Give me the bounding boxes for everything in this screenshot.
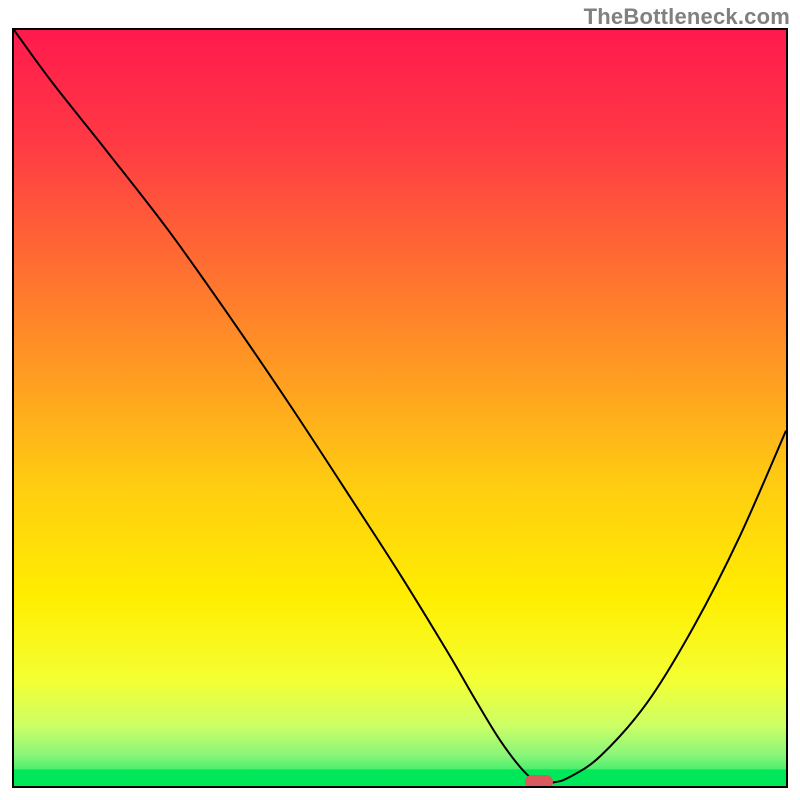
chart-frame bbox=[12, 28, 788, 788]
chart-svg bbox=[14, 30, 786, 786]
watermark-text: TheBottleneck.com bbox=[584, 4, 790, 30]
bottom-green-band bbox=[14, 769, 786, 786]
optimum-marker bbox=[525, 775, 553, 788]
gradient-bg bbox=[14, 30, 786, 786]
